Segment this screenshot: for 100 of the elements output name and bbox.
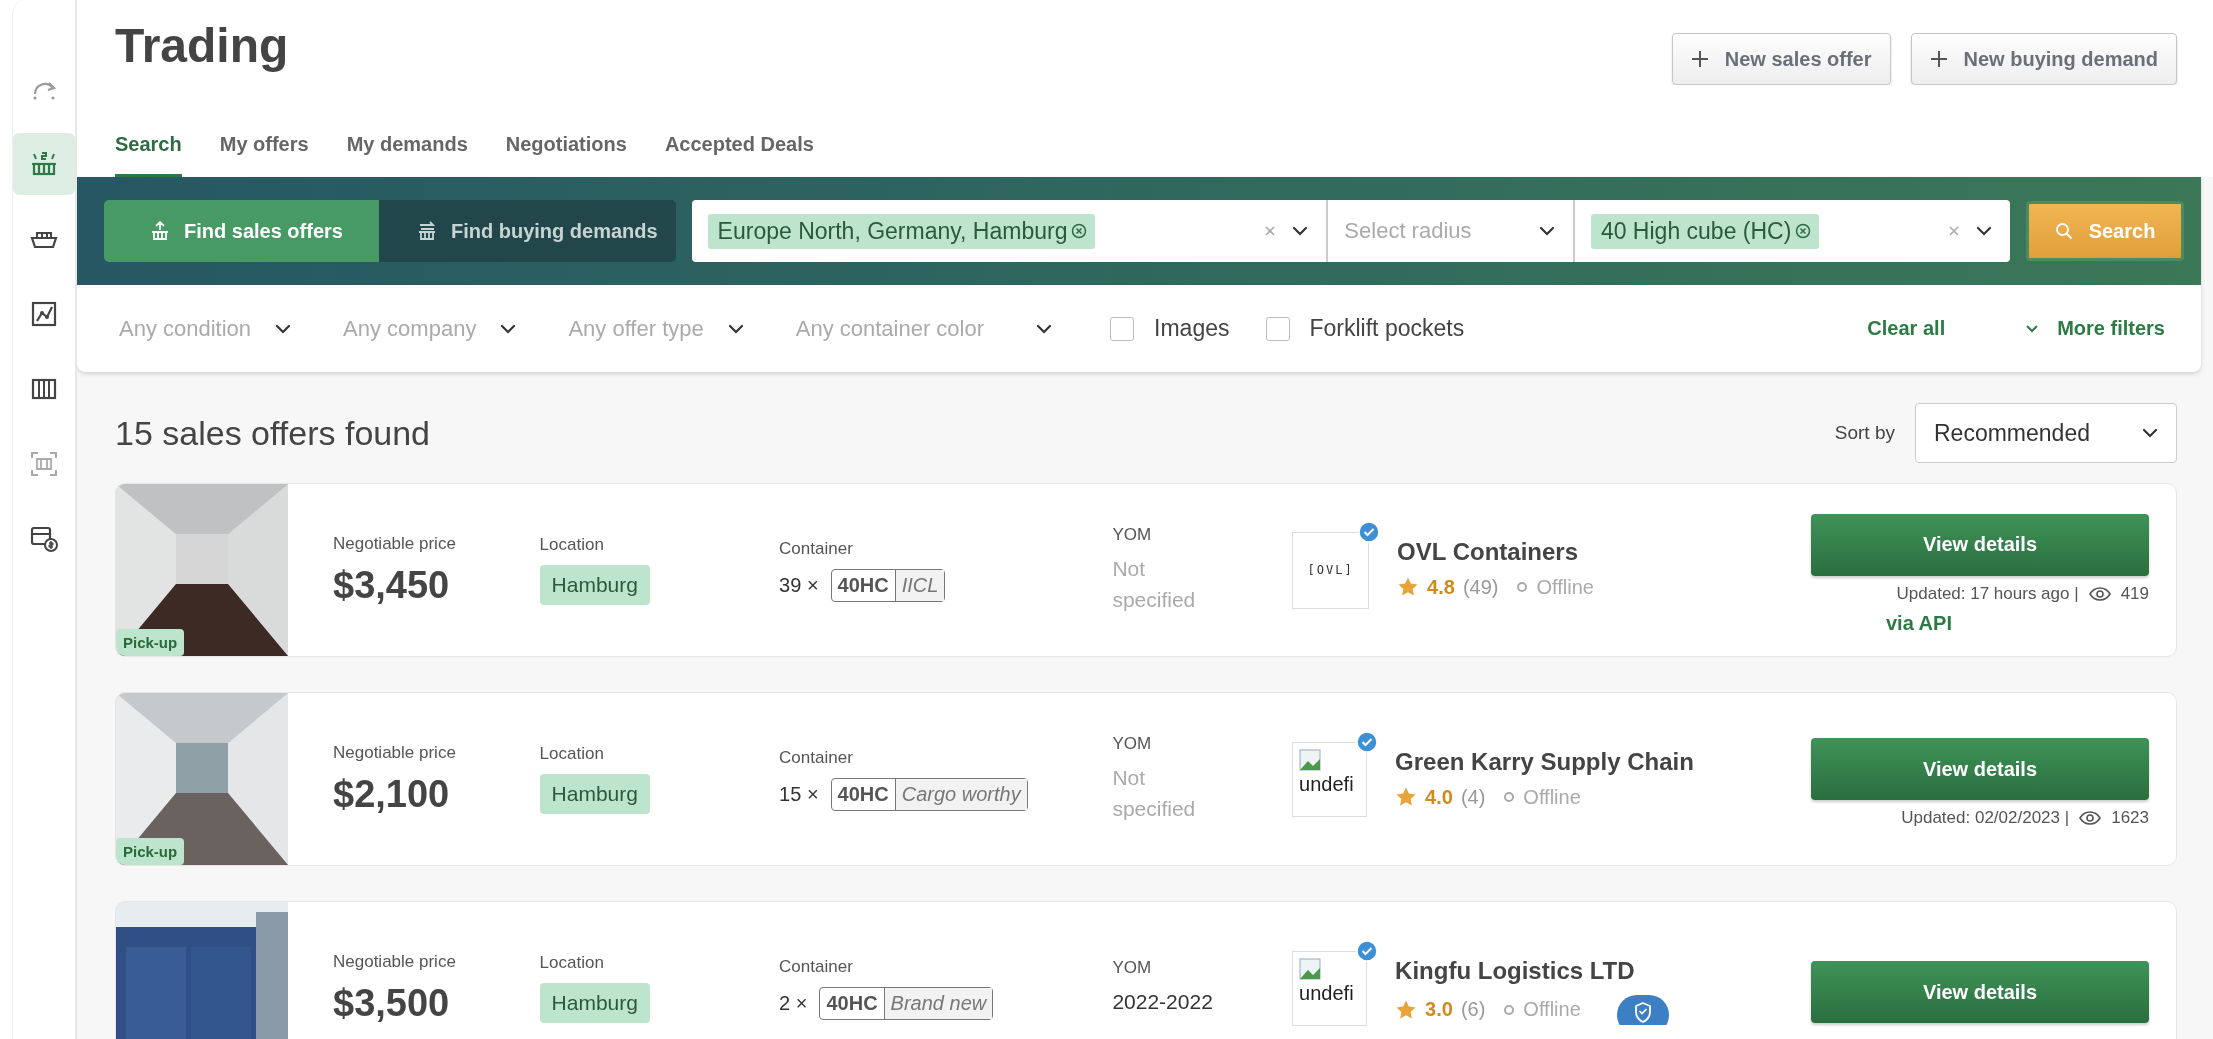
yom-label: YOM [1112, 958, 1152, 979]
view-details-button[interactable]: View details [1811, 961, 2149, 1023]
star-icon [1397, 576, 1420, 598]
price: $2,100 [333, 772, 450, 816]
review-count: (6) [1460, 998, 1486, 1021]
view-details-button[interactable]: View details [1811, 738, 2149, 800]
yom-label: YOM [1112, 733, 1152, 754]
checkbox[interactable] [1110, 316, 1135, 341]
plus-icon [1690, 50, 1709, 68]
price-label: Negotiable price [333, 533, 456, 554]
mode-toggle[interactable]: Find buying demands [378, 200, 676, 262]
rating: 4.0 [1425, 785, 1453, 809]
view-details-button[interactable]: View details [1811, 513, 2149, 576]
plus-icon [1929, 50, 1948, 68]
price-label: Negotiable price [333, 951, 456, 972]
chevron-down-icon [1538, 226, 1555, 236]
container-condition: Cargo worthy [895, 778, 1027, 810]
location-label: Location [539, 535, 604, 555]
chevron-down-icon [500, 323, 517, 334]
status-text: Offline [1536, 575, 1594, 599]
upload-icon [150, 221, 170, 241]
year-of-manufacture: 2022-2022 [1112, 989, 1214, 1016]
search-icon [2054, 222, 2073, 240]
quantity: 39 × [779, 573, 819, 597]
status-text: Offline [1523, 785, 1581, 809]
sort-label: Sort by [1834, 422, 1895, 444]
updated-text: Updated: 02/02/2023 | [1901, 808, 2070, 828]
review-count: (49) [1462, 575, 1499, 599]
location-tag: Hamburg [539, 565, 650, 605]
company-name: Kingfu Logistics LTD [1395, 956, 1636, 985]
location-field[interactable]: Europe North, Germany, Hamburg [691, 200, 1329, 262]
tab[interactable]: My offers [219, 125, 309, 177]
sort-select[interactable]: Recommended [1915, 403, 2177, 463]
chevron-down-icon [1036, 323, 1053, 334]
location-label: Location [539, 744, 604, 764]
broken-image-icon [1299, 957, 1322, 980]
chart-icon [29, 299, 59, 329]
status-icon [1503, 1003, 1516, 1016]
price-label: Negotiable price [333, 742, 456, 763]
container-label: Container [779, 747, 853, 768]
price: $3,500 [333, 981, 450, 1025]
location-tag: Hamburg [539, 983, 650, 1023]
container-label: Container [779, 956, 853, 977]
new-button[interactable]: New buying demand [1910, 33, 2177, 85]
scan-icon [29, 449, 59, 479]
review-count: (4) [1460, 785, 1486, 809]
location-label: Location [539, 953, 604, 973]
clear-all-link[interactable]: Clear all [1867, 317, 1946, 340]
container-condition: Brand new [884, 987, 993, 1019]
source-text: via API [1886, 611, 1952, 635]
sidebar-item[interactable] [13, 133, 75, 195]
eye-icon [2079, 811, 2102, 825]
year-of-manufacture: Not specified [1112, 555, 1197, 613]
year-of-manufacture: Not specified [1112, 764, 1197, 822]
eye-icon [2088, 586, 2111, 601]
broken-image-icon [1299, 748, 1322, 771]
chevron-down-icon [1292, 226, 1309, 236]
tab[interactable]: Negotiations [505, 125, 627, 177]
clear-icon [1264, 225, 1277, 237]
container-label: Container [779, 538, 853, 559]
filter-chip[interactable]: 40 High cube (HC) [1590, 213, 1820, 249]
container-type-field[interactable]: 40 High cube (HC) [1574, 200, 2010, 262]
remove-icon [1071, 223, 1088, 239]
view-count: 419 [2120, 583, 2149, 604]
container-type: 40HC [831, 778, 896, 810]
chevron-down-icon [1976, 226, 1992, 236]
container-condition: IICL [895, 569, 945, 601]
chevron-down-icon [2025, 324, 2040, 333]
company-name: OVL Containers [1397, 537, 1579, 566]
chevron-down-icon [727, 323, 744, 334]
more-filters-link[interactable]: More filters [2025, 317, 2165, 340]
transfer-icon [416, 221, 437, 241]
status-icon [1503, 791, 1516, 803]
invoice-icon [29, 524, 59, 554]
page-title: Trading [115, 18, 289, 73]
status-icon [1516, 581, 1529, 593]
view-count: 1623 [2111, 808, 2149, 828]
new-button[interactable]: New sales offer [1671, 33, 1891, 85]
chevron-down-icon [2142, 428, 2158, 438]
pickup-badge: Pick-up [116, 838, 185, 865]
filter-chip[interactable]: Europe North, Germany, Hamburg [707, 213, 1096, 249]
yom-label: YOM [1112, 524, 1152, 545]
container-type: 40HC [820, 987, 885, 1019]
location-tag: Hamburg [539, 774, 650, 814]
tab[interactable]: Accepted Deals [664, 125, 814, 177]
star-icon [1395, 786, 1418, 808]
checkbox-label: Forklift pockets [1309, 315, 1465, 342]
updated-text: Updated: 17 hours ago | [1896, 583, 2079, 604]
rating: 4.8 [1427, 575, 1455, 599]
clear-icon [1948, 225, 1960, 237]
remove-icon [1795, 223, 1812, 239]
checkbox-label: Images [1154, 315, 1230, 342]
results-count: 15 sales offers found [115, 413, 431, 453]
pickup-badge: Pick-up [116, 629, 185, 656]
container-type: 40HC [831, 569, 896, 601]
checkbox[interactable] [1265, 316, 1290, 341]
tab[interactable]: My demands [346, 125, 468, 177]
mode-toggle[interactable]: Find sales offers [104, 200, 379, 262]
rating: 3.0 [1425, 998, 1453, 1021]
chevron-down-icon [275, 323, 292, 334]
